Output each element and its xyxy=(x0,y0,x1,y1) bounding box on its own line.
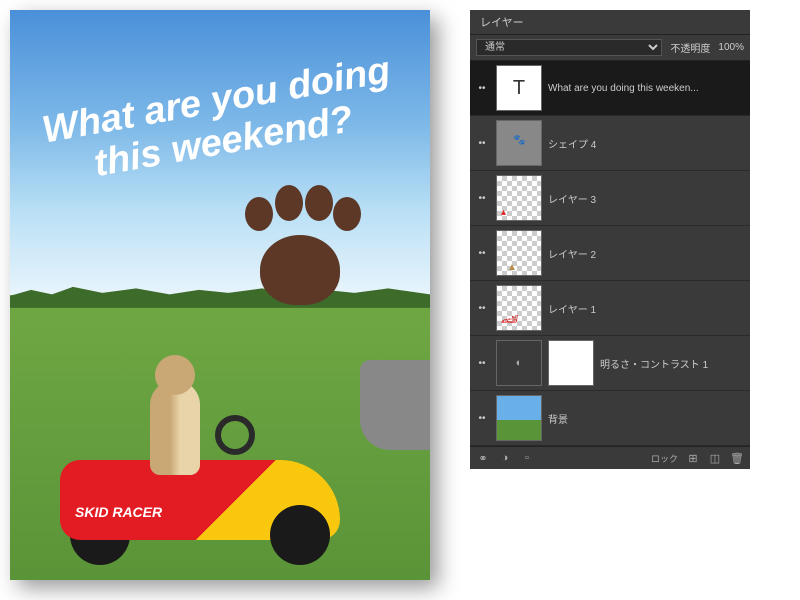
layer-row-text[interactable]: •• T What are you doing this weeken... xyxy=(470,61,750,116)
layer-row-adjustment[interactable]: •• ◐ 明るさ・コントラスト 1 xyxy=(470,336,750,391)
layer-name[interactable]: レイヤー 2 xyxy=(548,246,746,261)
layers-panel-footer: ⚭ ◑ ▫ ロック ⊞ ◫ 🗑 xyxy=(470,446,750,469)
layer-name[interactable]: What are you doing this weeken... xyxy=(548,83,746,94)
layers-panel: レイヤー 通常 不透明度 100% •• T What are you doin… xyxy=(470,10,750,469)
blend-mode-select[interactable]: 通常 xyxy=(476,39,662,56)
layers-panel-controls: 通常 不透明度 100% xyxy=(470,35,750,61)
layer-thumbnail[interactable]: ▲ xyxy=(496,230,542,276)
document-canvas[interactable]: What are you doing this weekend? SKID RA… xyxy=(10,10,430,580)
layer-thumbnail-background[interactable] xyxy=(496,395,542,441)
layer-name[interactable]: シェイプ 4 xyxy=(548,136,746,151)
layer-row-background[interactable]: •• 背景 xyxy=(470,391,750,446)
layer-name[interactable]: レイヤー 3 xyxy=(548,191,746,206)
layer-thumbnail-text[interactable]: T xyxy=(496,65,542,111)
visibility-toggle[interactable]: •• xyxy=(474,138,490,149)
new-layer-icon[interactable]: ◫ xyxy=(708,451,722,465)
layer-row-raster[interactable]: •• ▴ レイヤー 3 xyxy=(470,171,750,226)
link-layers-icon[interactable]: ⚭ xyxy=(476,451,490,465)
layer-row-shape[interactable]: •• 🐾 シェイプ 4 xyxy=(470,116,750,171)
lock-icon[interactable]: ⊞ xyxy=(686,451,700,465)
delete-layer-icon[interactable]: 🗑 xyxy=(730,451,744,465)
paw-toe xyxy=(275,185,303,221)
steering-wheel xyxy=(215,415,255,455)
visibility-toggle[interactable]: •• xyxy=(474,83,490,94)
layer-thumbnail[interactable]: ▴ xyxy=(496,175,542,221)
layer-name[interactable]: 明るさ・コントラスト 1 xyxy=(600,356,746,371)
paw-toe xyxy=(333,197,361,231)
visibility-toggle[interactable]: •• xyxy=(474,358,490,369)
visibility-toggle[interactable]: •• xyxy=(474,413,490,424)
layer-mask-thumbnail[interactable] xyxy=(548,340,594,386)
paw-shape[interactable] xyxy=(235,185,365,315)
mask-icon[interactable]: ▫ xyxy=(520,451,534,465)
layer-thumbnail-shape[interactable]: 🐾 xyxy=(496,120,542,166)
layer-row-raster[interactable]: •• ▲ レイヤー 2 xyxy=(470,226,750,281)
gray-object xyxy=(360,360,430,450)
adjustment-icon[interactable]: ◐ xyxy=(496,340,542,386)
paw-toe xyxy=(305,185,333,221)
layer-list: •• T What are you doing this weeken... •… xyxy=(470,61,750,446)
opacity-label: 不透明度 xyxy=(670,40,710,55)
layers-panel-tab[interactable]: レイヤー xyxy=(470,10,750,35)
fx-icon[interactable]: ◑ xyxy=(498,451,512,465)
layers-panel-title: レイヤー xyxy=(480,17,524,29)
gokart-group[interactable]: SKID RACER xyxy=(30,380,370,570)
paw-toe xyxy=(245,197,273,231)
layer-name[interactable]: 背景 xyxy=(548,411,746,426)
paw-main-pad xyxy=(260,235,340,305)
kart-wheel-front xyxy=(270,505,330,565)
visibility-toggle[interactable]: •• xyxy=(474,303,490,314)
thumb-content: 🏎 xyxy=(501,311,519,328)
layer-name[interactable]: レイヤー 1 xyxy=(548,301,746,316)
visibility-toggle[interactable]: •• xyxy=(474,248,490,259)
layer-row-raster[interactable]: •• 🏎 レイヤー 1 xyxy=(470,281,750,336)
visibility-toggle[interactable]: •• xyxy=(474,193,490,204)
lock-label: ロック xyxy=(651,451,678,465)
kart-decal-text: SKID RACER xyxy=(75,504,162,520)
opacity-value[interactable]: 100% xyxy=(718,42,744,53)
layer-thumbnail[interactable]: 🏎 xyxy=(496,285,542,331)
prairie-dog xyxy=(150,380,200,475)
thumb-content: ▴ xyxy=(501,207,506,218)
thumb-content: ▲ xyxy=(507,262,517,273)
paw-icon: 🐾 xyxy=(513,135,525,146)
